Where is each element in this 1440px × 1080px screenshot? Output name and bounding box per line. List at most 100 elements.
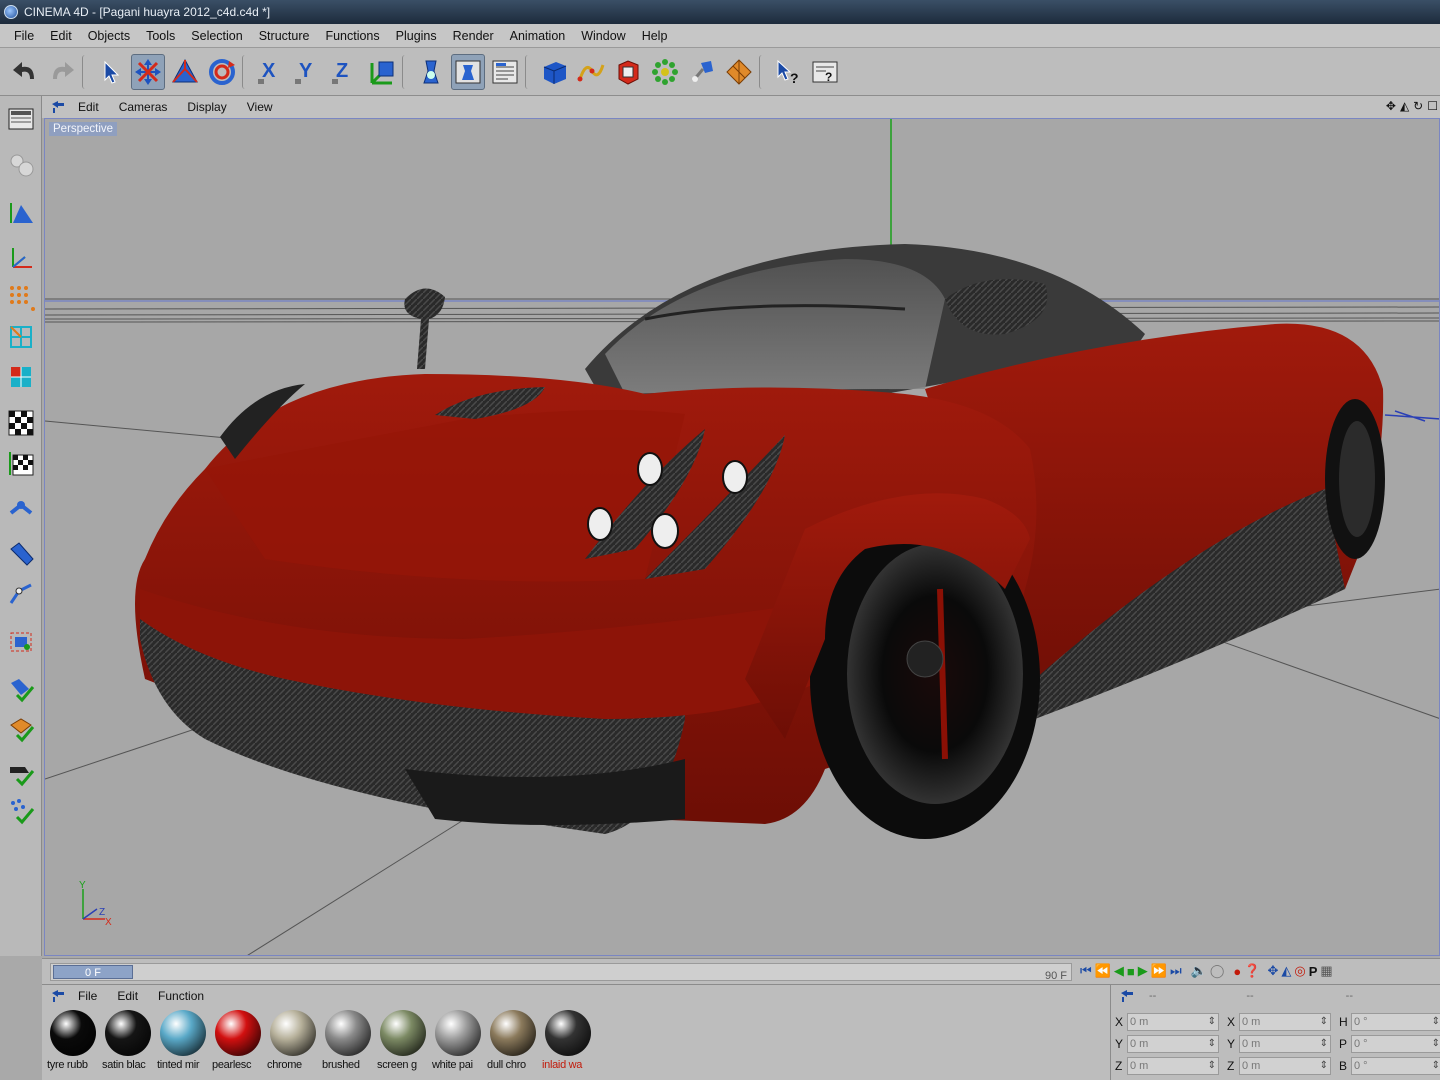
spline-pen-icon[interactable] bbox=[574, 54, 608, 90]
edge-mode-icon[interactable] bbox=[4, 320, 38, 354]
point-mode-icon[interactable] bbox=[4, 280, 38, 314]
menu-functions[interactable]: Functions bbox=[317, 29, 387, 43]
material-swatch[interactable]: chrome bbox=[266, 1007, 320, 1075]
viewport-pan-icon[interactable]: ✥ bbox=[1386, 99, 1396, 113]
menu-structure[interactable]: Structure bbox=[251, 29, 318, 43]
coordinate-value-input[interactable]: 0 m bbox=[1127, 1035, 1219, 1053]
play-forward-icon[interactable]: ▶ bbox=[1138, 963, 1148, 979]
scene-floor-icon[interactable] bbox=[722, 54, 756, 90]
select-arrow-icon[interactable] bbox=[94, 54, 128, 90]
coordinate-value-input[interactable]: 0 ° bbox=[1351, 1035, 1440, 1053]
current-frame[interactable]: 0 F bbox=[53, 965, 133, 979]
menu-animation[interactable]: Animation bbox=[502, 29, 574, 43]
previous-key-icon[interactable]: ⏪ bbox=[1095, 963, 1111, 979]
menu-plugins[interactable]: Plugins bbox=[388, 29, 445, 43]
menu-objects[interactable]: Objects bbox=[80, 29, 138, 43]
array-icon[interactable] bbox=[648, 54, 682, 90]
coordinate-value-input[interactable]: 0 m bbox=[1127, 1057, 1219, 1075]
move-icon[interactable] bbox=[131, 53, 165, 90]
rotate-icon[interactable] bbox=[205, 54, 239, 90]
object-axis-icon[interactable] bbox=[4, 240, 38, 274]
enable-quantize-icon[interactable] bbox=[4, 712, 38, 746]
menu-help[interactable]: Help bbox=[634, 29, 676, 43]
viewport-menu-cameras[interactable]: Cameras bbox=[109, 100, 178, 114]
material-swatch[interactable]: white pai bbox=[431, 1007, 485, 1075]
stop-icon[interactable]: ■ bbox=[1127, 964, 1135, 979]
go-to-start-icon[interactable]: ⏮ bbox=[1080, 963, 1092, 979]
info-icon[interactable]: ? bbox=[808, 54, 842, 90]
menu-render[interactable]: Render bbox=[445, 29, 502, 43]
animation-tool-icon[interactable] bbox=[4, 492, 38, 526]
viewport-menu-display[interactable]: Display bbox=[177, 100, 236, 114]
material-menu-edit[interactable]: Edit bbox=[107, 989, 148, 1003]
enable-snapping-icon[interactable] bbox=[4, 672, 38, 706]
autokey-icon[interactable]: ❓ bbox=[1244, 963, 1260, 979]
coordinate-value-input[interactable]: 0 m bbox=[1239, 1035, 1331, 1053]
timeline-slider[interactable]: 0 F 90 F bbox=[50, 963, 1072, 982]
coordinate-value-input[interactable]: 0 m bbox=[1239, 1013, 1331, 1031]
perspective-viewport[interactable]: Y Z X Perspective bbox=[44, 118, 1440, 956]
scale-icon[interactable] bbox=[168, 54, 202, 90]
render-view-icon[interactable] bbox=[414, 54, 448, 90]
material-swatch[interactable]: tyre rubb bbox=[46, 1007, 100, 1075]
coordinate-value-input[interactable]: 0 ° bbox=[1351, 1013, 1440, 1031]
cube-primitive-icon[interactable] bbox=[537, 54, 571, 90]
next-key-icon[interactable]: ⏩ bbox=[1151, 963, 1167, 979]
play-backward-icon[interactable]: ◀ bbox=[1114, 963, 1124, 979]
material-menu-file[interactable]: File bbox=[68, 989, 107, 1003]
keyframe-position-icon[interactable]: ✥ bbox=[1267, 963, 1278, 979]
record-icon[interactable]: ● bbox=[1233, 964, 1241, 979]
lock-x-icon[interactable]: X bbox=[254, 54, 288, 90]
viewport-camera-label[interactable]: Perspective bbox=[49, 122, 118, 136]
material-swatch[interactable]: screen g bbox=[376, 1007, 430, 1075]
uv-edit-icon[interactable] bbox=[4, 624, 38, 658]
material-swatch[interactable]: brushed bbox=[321, 1007, 375, 1075]
menu-edit[interactable]: Edit bbox=[42, 29, 80, 43]
material-manager-tool-icon[interactable] bbox=[50, 989, 68, 1003]
menu-file[interactable]: File bbox=[6, 29, 42, 43]
nurbs-icon[interactable] bbox=[611, 54, 645, 90]
render-settings-icon[interactable] bbox=[488, 54, 522, 90]
viewport-menu-view[interactable]: View bbox=[237, 100, 283, 114]
menu-tools[interactable]: Tools bbox=[138, 29, 183, 43]
viewport-tool-icon[interactable] bbox=[50, 100, 68, 114]
particles-icon[interactable] bbox=[4, 794, 38, 828]
coordinate-system-icon[interactable] bbox=[365, 54, 399, 90]
help-cursor-icon[interactable]: ? bbox=[771, 54, 805, 90]
material-menu-function[interactable]: Function bbox=[148, 989, 214, 1003]
lock-z-icon[interactable]: Z bbox=[328, 54, 362, 90]
menu-window[interactable]: Window bbox=[573, 29, 633, 43]
material-swatch[interactable]: tinted mir bbox=[156, 1007, 210, 1075]
viewport-rotate-icon[interactable]: ↻ bbox=[1413, 99, 1423, 113]
viewport-maximize-icon[interactable]: ☐ bbox=[1427, 99, 1438, 113]
coordinate-value-input[interactable]: 0 m bbox=[1127, 1013, 1219, 1031]
camera-spheres-icon[interactable] bbox=[4, 148, 38, 182]
keyframe-pla-icon[interactable]: ▦ bbox=[1320, 963, 1332, 979]
deformer-icon[interactable] bbox=[685, 54, 719, 90]
model-tool-icon[interactable] bbox=[4, 196, 38, 230]
material-swatch[interactable]: inlaid wa bbox=[541, 1007, 595, 1075]
material-swatch[interactable]: dull chro bbox=[486, 1007, 540, 1075]
texture-checker-icon[interactable] bbox=[4, 406, 38, 440]
lock-y-icon[interactable]: Y bbox=[291, 54, 325, 90]
layout-icon[interactable] bbox=[4, 102, 38, 136]
axis-lock-icon[interactable] bbox=[4, 756, 38, 790]
go-to-end-icon[interactable]: ⏭ bbox=[1170, 963, 1182, 979]
material-swatch[interactable]: pearlesc bbox=[211, 1007, 265, 1075]
sound-icon[interactable]: 🔈 bbox=[1191, 963, 1207, 979]
material-swatch[interactable]: satin blac bbox=[101, 1007, 155, 1075]
keyframe-scale-icon[interactable]: ◭ bbox=[1281, 963, 1291, 979]
paint-tool-icon[interactable] bbox=[4, 536, 38, 570]
loop-icon[interactable]: ◯ bbox=[1210, 963, 1225, 979]
workplane-icon[interactable] bbox=[4, 446, 38, 480]
viewport-zoom-icon[interactable]: ◭ bbox=[1400, 99, 1409, 113]
keyframe-param-icon[interactable]: P bbox=[1309, 964, 1318, 979]
polygon-mode-icon[interactable] bbox=[4, 360, 38, 394]
viewport-menu-edit[interactable]: Edit bbox=[68, 100, 109, 114]
coordinate-value-input[interactable]: 0 m bbox=[1239, 1057, 1331, 1075]
render-picture-viewer-icon[interactable] bbox=[451, 53, 485, 90]
ik-tool-icon[interactable] bbox=[4, 576, 38, 610]
menu-selection[interactable]: Selection bbox=[183, 29, 250, 43]
redo-icon[interactable] bbox=[45, 54, 79, 90]
undo-icon[interactable] bbox=[8, 54, 42, 90]
